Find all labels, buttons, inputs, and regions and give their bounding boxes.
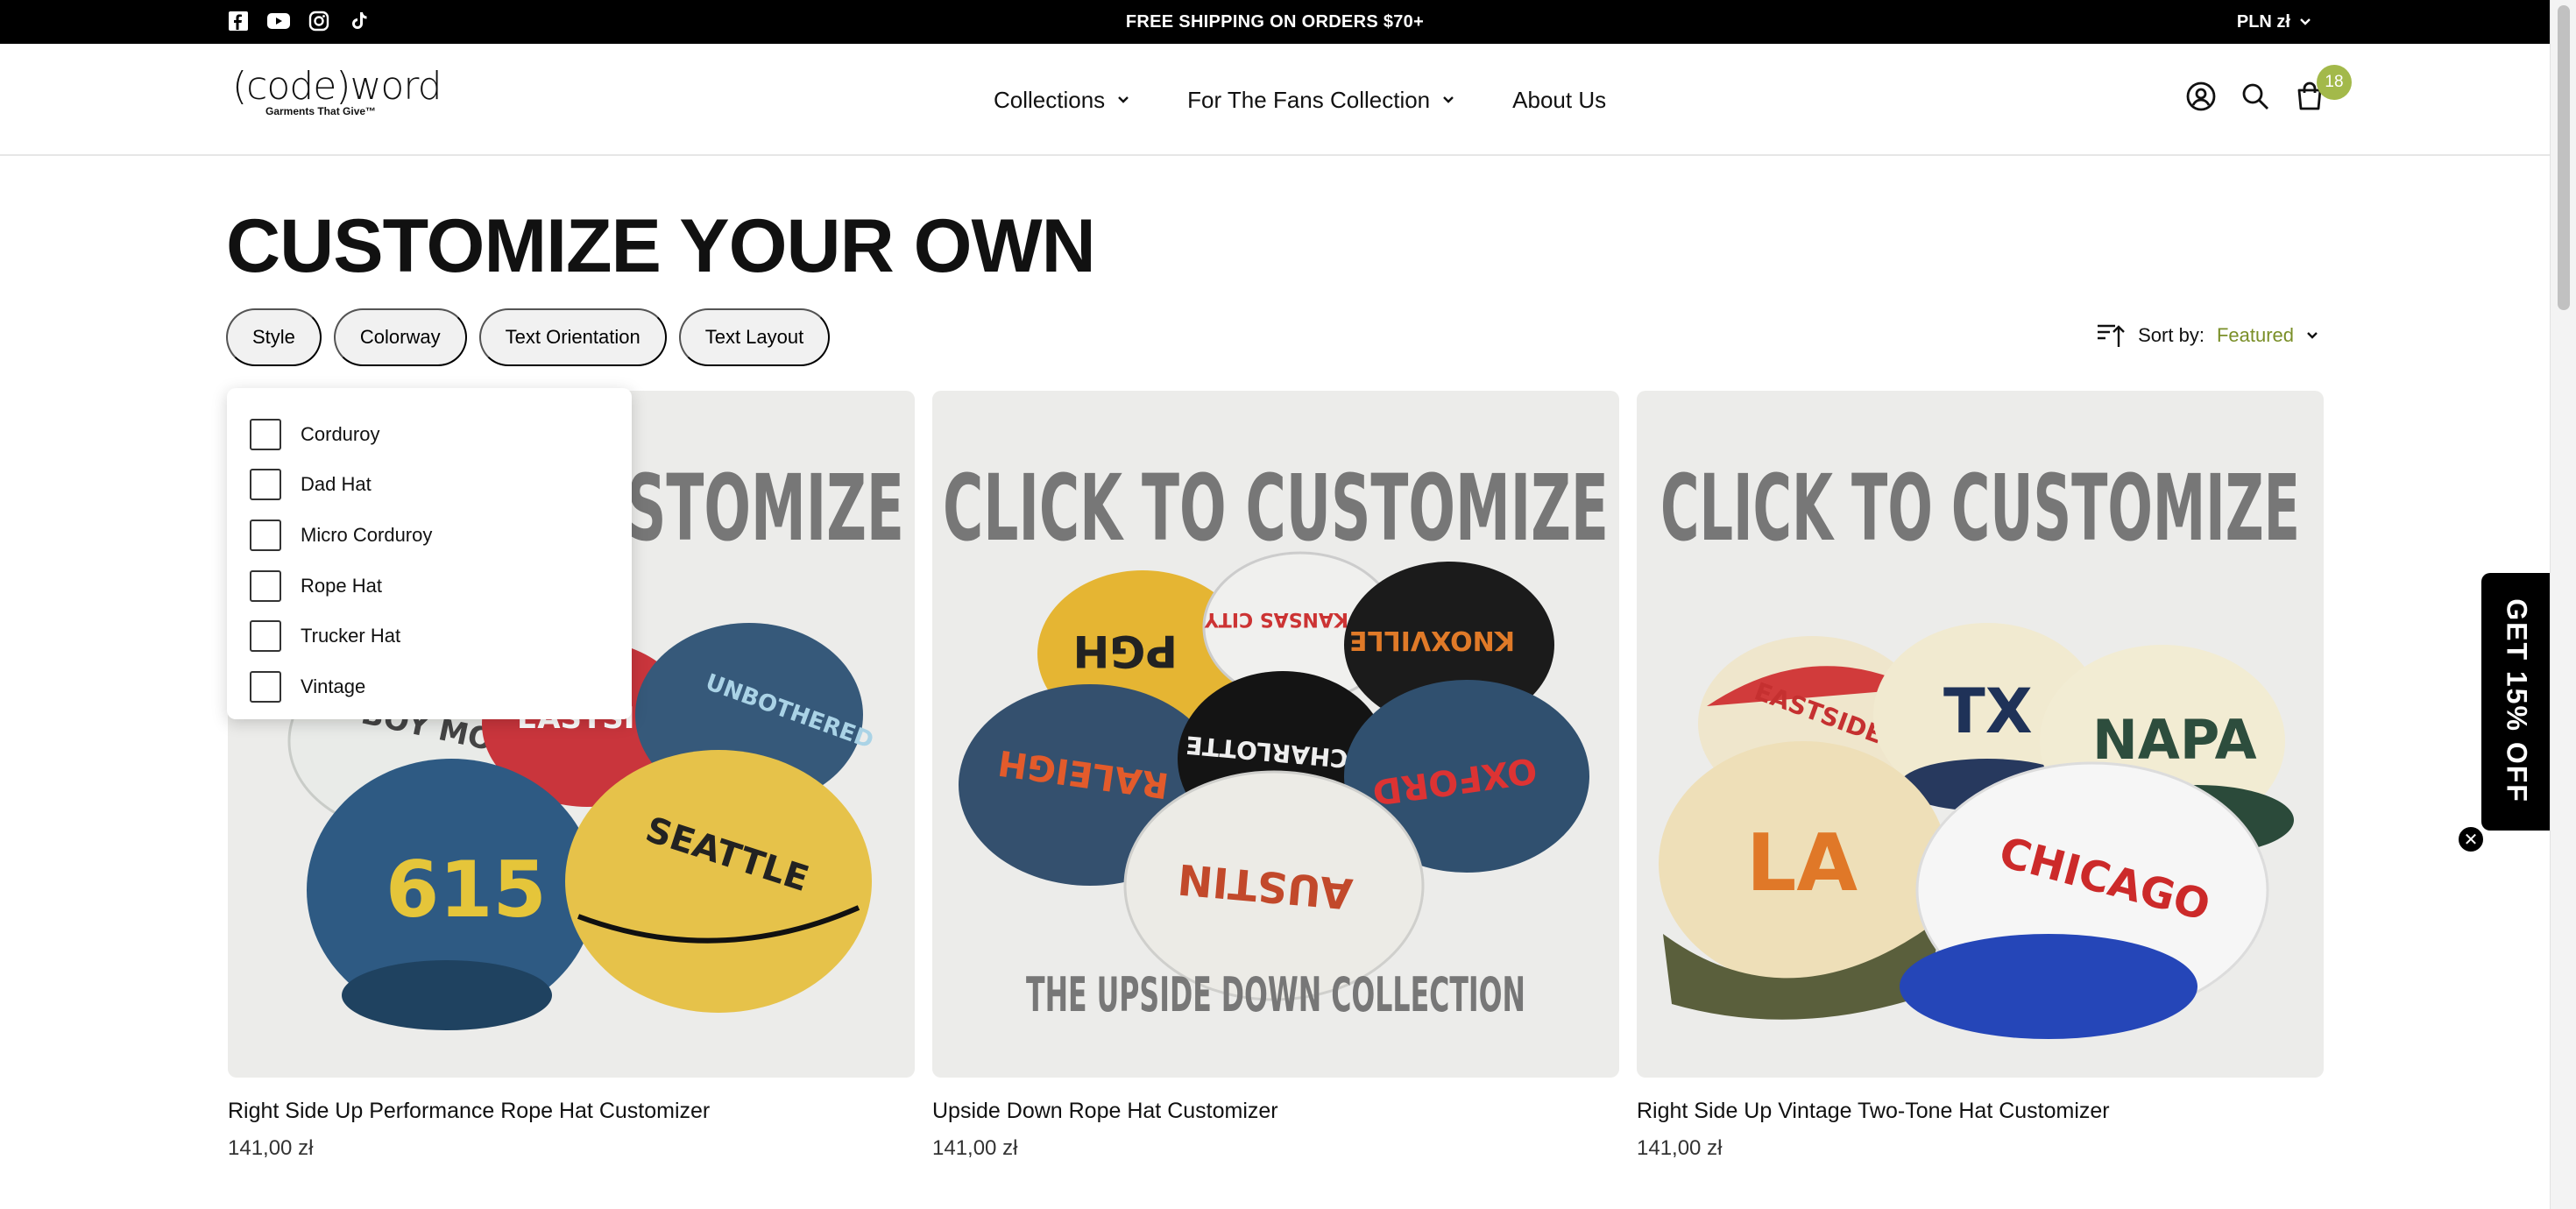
- svg-text:KNOXVILLE: KNOXVILLE: [1349, 625, 1515, 655]
- site-header: (code)word Garments That Give™ Collectio…: [0, 44, 2550, 156]
- svg-text:615: 615: [386, 845, 547, 935]
- discount-tab-label: GET 15% OFF: [2501, 598, 2533, 803]
- sort-label: Sort by:: [2138, 324, 2204, 346]
- filter-bar: Style Colorway Text Orientation Text Lay…: [226, 308, 831, 366]
- currency-label: PLN zł: [2236, 12, 2290, 32]
- scrollbar[interactable]: [2550, 0, 2576, 1209]
- sort-icon: [2098, 324, 2125, 347]
- image-headline: CLICK TO CUSTOMIZE: [943, 455, 1609, 562]
- nav-item-for-the-fans[interactable]: For The Fans Collection: [1187, 87, 1454, 114]
- style-option-vintage[interactable]: Vintage: [250, 661, 609, 712]
- nav-label: Collections: [994, 86, 1106, 113]
- scrollbar-thumb[interactable]: [2558, 5, 2570, 310]
- sort-value: Featured: [2216, 324, 2294, 346]
- announcement-bar: FREE SHIPPING ON ORDERS $70+ PLN zł: [0, 0, 2550, 44]
- image-headline: CLICK TO CUSTOMIZE: [1660, 455, 2300, 562]
- hat-615: 615: [307, 759, 596, 1030]
- cart-count-badge: 18: [2317, 65, 2352, 100]
- product-image[interactable]: CLICK TO CUSTOMIZE PGH KANSAS CITY KNOXV…: [932, 391, 1619, 1078]
- svg-text:LA: LA: [1746, 817, 1858, 909]
- filter-text-orientation[interactable]: Text Orientation: [478, 308, 667, 366]
- hat-austin: AUSTIN: [1123, 770, 1425, 1001]
- style-option-corduroy[interactable]: Corduroy: [250, 409, 609, 460]
- svg-text:KANSAS CITY: KANSAS CITY: [1204, 608, 1348, 630]
- checkbox[interactable]: [250, 469, 281, 501]
- product-title[interactable]: Right Side Up Vintage Two-Tone Hat Custo…: [1637, 1099, 2324, 1124]
- sort-control[interactable]: Sort by: Featured: [2096, 322, 2318, 349]
- product-card[interactable]: CLICK TO CUSTOMIZE PGH KANSAS CITY KNOXV…: [932, 391, 1619, 1161]
- style-option-micro-corduroy[interactable]: Micro Corduroy: [250, 510, 609, 561]
- filter-text-layout[interactable]: Text Layout: [678, 308, 831, 366]
- option-label: Rope Hat: [301, 574, 382, 597]
- product-price: 141,00 zł: [228, 1136, 314, 1160]
- product-title[interactable]: Right Side Up Performance Rope Hat Custo…: [228, 1099, 915, 1124]
- style-option-dad-hat[interactable]: Dad Hat: [250, 460, 609, 511]
- nav-item-about-us[interactable]: About Us: [1512, 87, 1606, 114]
- svg-text:PGH: PGH: [1072, 626, 1178, 676]
- filter-colorway[interactable]: Colorway: [333, 308, 467, 366]
- nav-label: About Us: [1512, 86, 1607, 113]
- currency-selector[interactable]: PLN zł: [2237, 0, 2311, 44]
- product-price: 141,00 zł: [932, 1136, 1018, 1160]
- checkbox[interactable]: [250, 620, 281, 653]
- image-subheadline: THE UPSIDE DOWN COLLECTION: [1026, 967, 1525, 1022]
- discount-tab[interactable]: GET 15% OFF: [2481, 573, 2550, 831]
- product-image[interactable]: CLICK TO CUSTOMIZE EASTSIDE TX NAPA LA C…: [1637, 391, 2324, 1078]
- option-label: Corduroy: [301, 422, 380, 445]
- main-nav: Collections For The Fans Collection Abou…: [994, 44, 1606, 156]
- chevron-down-icon: [2300, 18, 2311, 25]
- logo[interactable]: (code)word Garments That Give™: [232, 64, 442, 118]
- close-icon[interactable]: ✕: [2457, 825, 2485, 853]
- svg-text:NAPA: NAPA: [2092, 708, 2257, 772]
- style-option-rope-hat[interactable]: Rope Hat: [250, 561, 609, 612]
- nav-item-collections[interactable]: Collections: [994, 87, 1129, 114]
- checkbox[interactable]: [250, 519, 281, 551]
- chevron-down-icon: [2307, 332, 2318, 339]
- nav-label: For The Fans Collection: [1187, 86, 1431, 113]
- option-label: Micro Corduroy: [301, 523, 433, 546]
- option-label: Trucker Hat: [301, 625, 401, 647]
- chevron-down-icon: [1118, 96, 1129, 103]
- svg-text:TX: TX: [1943, 675, 2033, 747]
- style-filter-dropdown: Corduroy Dad Hat Micro Corduroy Rope Hat…: [227, 388, 632, 719]
- chevron-down-icon: [1443, 96, 1454, 103]
- option-label: Dad Hat: [301, 473, 372, 496]
- announcement-text: FREE SHIPPING ON ORDERS $70+: [1125, 12, 1425, 32]
- checkbox[interactable]: [250, 418, 281, 450]
- checkbox[interactable]: [250, 670, 281, 703]
- filter-style[interactable]: Style: [226, 308, 322, 366]
- option-label: Vintage: [301, 675, 366, 697]
- hat-seattle: SEATTLE: [565, 750, 872, 1013]
- product-price: 141,00 zł: [1637, 1136, 1723, 1160]
- product-card[interactable]: CLICK TO CUSTOMIZE EASTSIDE TX NAPA LA C…: [1637, 391, 2324, 1161]
- product-title[interactable]: Upside Down Rope Hat Customizer: [932, 1099, 1619, 1124]
- style-option-trucker-hat[interactable]: Trucker Hat: [250, 611, 609, 661]
- page-title: CUSTOMIZE YOUR OWN: [226, 204, 1096, 288]
- account-icon[interactable]: [2183, 79, 2219, 114]
- checkbox[interactable]: [250, 569, 281, 602]
- search-icon[interactable]: [2238, 79, 2273, 114]
- logo-text: (code)word: [232, 64, 442, 109]
- cart-button[interactable]: 18: [2292, 65, 2352, 114]
- header-icons: 18: [2183, 65, 2352, 114]
